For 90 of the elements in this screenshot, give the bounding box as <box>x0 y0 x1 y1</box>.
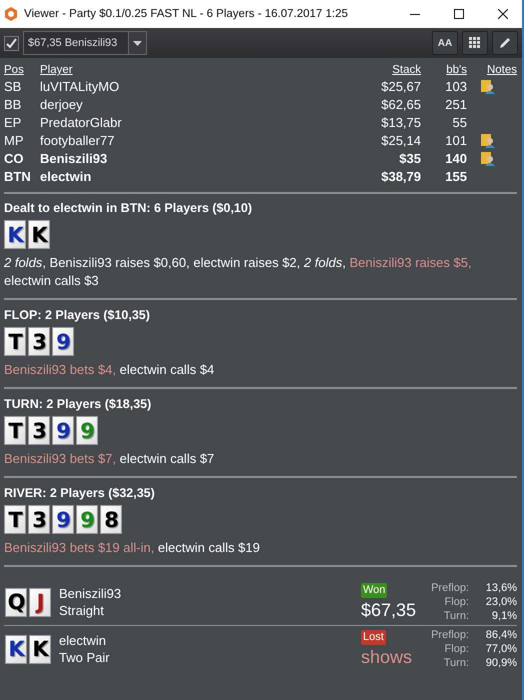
playing-card: K <box>29 634 51 664</box>
column-header[interactable]: Player <box>40 62 341 78</box>
pencil-icon <box>498 36 512 50</box>
grid-button[interactable] <box>462 31 488 55</box>
playing-card: 3 <box>28 416 50 445</box>
action-text: 2 folds, Beniszili93 raises $0,60, electwin raises $2, 2 folds, Beniszili93 raises $5, electwin calls $3 <box>4 254 473 290</box>
stat-value: 77,0% <box>484 642 517 656</box>
stat-value: 23,0% <box>484 595 517 609</box>
street-title: TURN: 2 Players ($18,35) <box>4 397 152 411</box>
action-text: Beniszili93 bets $4, electwin calls $4 <box>4 361 216 379</box>
street-title: FLOP: 2 Players ($10,35) <box>4 308 151 322</box>
stat-value: 86,4% <box>484 628 517 642</box>
playing-card: K <box>5 634 27 664</box>
bb-cell-text: 140 <box>444 150 467 168</box>
playing-card: 9 <box>52 505 74 534</box>
result-amount: shows <box>361 646 412 668</box>
playing-card: J <box>29 588 51 616</box>
playing-card: 9 <box>52 416 74 445</box>
stack-cell-text: $38,79 <box>380 168 421 186</box>
street-title: Dealt to electwin in BTN: 6 Players ($0,10) <box>4 201 253 215</box>
note-icon[interactable] <box>481 134 496 148</box>
window-title: Viewer - Party $0.1/0.25 FAST NL - 6 Players - 16.07.2017 1:25 <box>24 8 349 20</box>
playing-card: K <box>28 220 50 249</box>
player-name: electwin <box>59 632 107 649</box>
stat-label: Preflop: <box>430 581 469 595</box>
playing-card: 8 <box>100 505 122 534</box>
hand-rank: Straight <box>59 602 105 619</box>
edit-button[interactable] <box>492 31 518 55</box>
stack-cell-text: $35 <box>398 150 421 168</box>
stat-label: Preflop: <box>430 628 469 642</box>
position-cell-text: BB <box>4 96 22 114</box>
close-icon <box>498 9 508 19</box>
result-amount: $67,35 <box>361 598 416 622</box>
hand-dropdown[interactable]: $67,35 Beniszili93 <box>23 31 147 55</box>
stack-cell-text: $62,65 <box>380 96 421 114</box>
player-cell-text: electwin <box>40 168 92 186</box>
grid-icon <box>469 37 481 49</box>
playing-card: 3 <box>28 505 50 534</box>
position-cell-text: SB <box>4 78 22 96</box>
column-header[interactable]: Notes <box>467 62 517 78</box>
column-header[interactable]: Pos <box>4 62 40 78</box>
playing-card: T <box>4 327 26 356</box>
action-text: Beniszili93 bets $19 all-in, electwin calls $19 <box>4 539 261 557</box>
hand-rank: Two Pair <box>59 649 111 666</box>
note-icon[interactable] <box>481 80 496 94</box>
stat-value: 90,9% <box>484 656 517 670</box>
column-header[interactable]: Stack <box>341 62 421 78</box>
playing-card: T <box>4 505 26 534</box>
player-cell-text: luVITALityMO <box>40 78 120 96</box>
action-text: Beniszili93 bets $7, electwin calls $7 <box>4 450 216 468</box>
playing-card: 9 <box>76 416 98 445</box>
player-name: Beniszili93 <box>59 585 122 602</box>
stat-label: Flop: <box>444 642 469 656</box>
bb-cell-text: 103 <box>444 78 467 96</box>
bb-cell-text: 101 <box>444 132 467 150</box>
column-header[interactable]: bb's <box>421 62 467 78</box>
app-logo-icon <box>4 7 18 21</box>
stat-label: Flop: <box>444 595 469 609</box>
bb-cell-text: 55 <box>452 114 467 132</box>
filter-checkbox[interactable] <box>4 36 19 50</box>
playing-card: 9 <box>76 505 98 534</box>
stack-cell-text: $25,67 <box>380 78 421 96</box>
stat-value: 13,6% <box>484 581 517 595</box>
position-cell-text: BTN <box>4 168 32 186</box>
street-title: RIVER: 2 Players ($32,35) <box>4 486 156 500</box>
player-cell-text: derjoey <box>40 96 84 114</box>
stat-label: Turn: <box>442 656 469 670</box>
outcome-badge: Won <box>361 582 388 598</box>
position-cell-text: MP <box>4 132 24 150</box>
player-cell-text: Beniszili93 <box>40 150 108 168</box>
playing-card: T <box>4 416 26 445</box>
maximize-icon <box>454 9 464 19</box>
playing-card: K <box>4 220 26 249</box>
stat-value: 9,1% <box>490 609 517 623</box>
playing-card: 3 <box>28 327 50 356</box>
caret-icon <box>133 40 142 46</box>
bb-cell-text: 251 <box>444 96 467 114</box>
stack-cell-text: $25,14 <box>380 132 421 150</box>
player-cell-text: footyballer77 <box>40 132 116 150</box>
outcome-badge: Lost <box>361 630 386 644</box>
stat-label: Turn: <box>442 609 469 623</box>
bb-cell-text: 155 <box>444 168 467 186</box>
playing-card: Q <box>5 588 27 616</box>
position-cell-text: EP <box>4 114 22 132</box>
player-cell-text: PredatorGlabr <box>40 114 123 132</box>
position-cell-text: CO <box>4 150 24 168</box>
font-size-button[interactable]: AA <box>432 31 458 55</box>
playing-card: 9 <box>52 327 74 356</box>
stack-cell-text: $13,75 <box>380 114 421 132</box>
note-icon[interactable] <box>481 152 496 166</box>
